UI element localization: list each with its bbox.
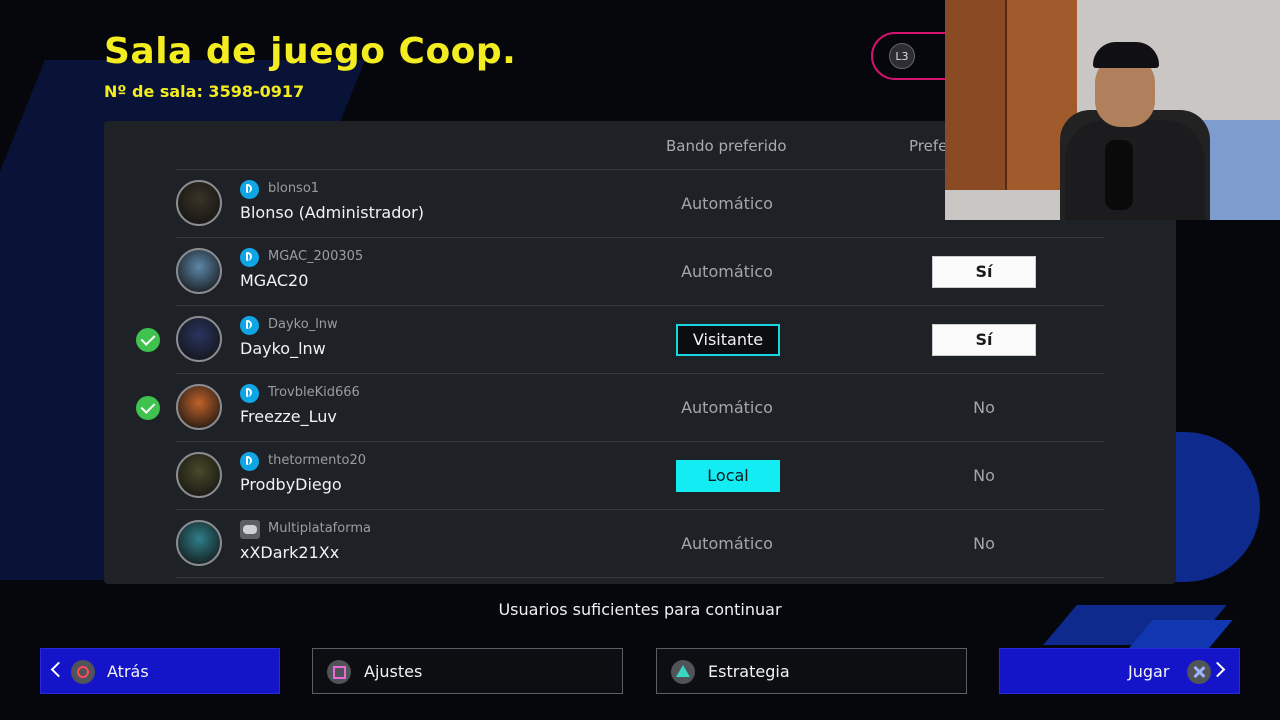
avatar (176, 520, 222, 566)
player-row[interactable]: TrovbleKid666 Freezze_Luv Automático No (104, 374, 1176, 442)
team-preference-button[interactable]: Visitante (676, 324, 780, 356)
playstation-icon (240, 316, 259, 335)
playstation-icon (240, 248, 259, 267)
webcam-person-body (1065, 120, 1205, 220)
status-message: Usuarios suficientes para continuar (498, 600, 782, 619)
preference-button[interactable]: Sí (932, 256, 1036, 288)
avatar (176, 316, 222, 362)
player-row[interactable]: Dayko_lnw Dayko_lnw Visitante Sí (104, 306, 1176, 374)
cross-button-icon (1187, 660, 1211, 684)
player-name: Freezze_Luv (240, 407, 337, 426)
room-number: Nº de sala: 3598-0917 (104, 82, 305, 101)
checkmark-icon (136, 328, 160, 352)
playstation-icon (240, 384, 259, 403)
team-preference: Automático (681, 194, 773, 213)
online-id: TrovbleKid666 (268, 385, 360, 400)
square-button-icon (327, 660, 351, 684)
playstation-icon (240, 452, 259, 471)
team-preference-button[interactable]: Local (676, 460, 780, 492)
webcam-person-cap (1093, 42, 1159, 68)
player-name: Blonso (Administrador) (240, 203, 424, 222)
column-header-preference: Prefe (909, 137, 948, 155)
avatar (176, 248, 222, 294)
player-row[interactable]: Multiplataforma xXDark21Xx Automático No (104, 510, 1176, 578)
preference-value: No (973, 534, 995, 553)
webcam-microphone (1105, 140, 1133, 210)
preference-value: No (973, 466, 995, 485)
player-row[interactable]: thetormento20 ProdbyDiego Local No (104, 442, 1176, 510)
online-id: MGAC_200305 (268, 249, 364, 264)
page-title: Sala de juego Coop. (104, 31, 517, 72)
player-name: xXDark21Xx (240, 543, 340, 562)
settings-button[interactable]: Ajustes (312, 648, 623, 694)
strategy-button-label: Estrategia (708, 662, 790, 681)
column-header-bando: Bando preferido (666, 137, 787, 155)
team-preference: Automático (681, 262, 773, 281)
preference-button[interactable]: Sí (932, 324, 1036, 356)
settings-button-label: Ajustes (364, 662, 423, 681)
team-preference: Automático (681, 534, 773, 553)
playstation-icon (240, 180, 259, 199)
triangle-button-icon (671, 660, 695, 684)
strategy-button[interactable]: Estrategia (656, 648, 967, 694)
player-name: ProdbyDiego (240, 475, 342, 494)
online-id: Multiplataforma (268, 521, 371, 536)
circle-button-icon (71, 660, 95, 684)
avatar (176, 452, 222, 498)
webcam-overlay (945, 0, 1280, 220)
preference-value: No (973, 398, 995, 417)
online-id: blonso1 (268, 181, 320, 196)
player-name: MGAC20 (240, 271, 309, 290)
chevron-right-icon (1209, 661, 1226, 678)
gamepad-icon (240, 520, 260, 539)
chevron-left-icon (50, 661, 67, 678)
l3-button-icon: L3 (889, 43, 915, 69)
back-button[interactable]: Atrás (40, 648, 280, 694)
play-button[interactable]: Jugar (999, 648, 1240, 694)
row-divider (176, 577, 1104, 578)
back-button-label: Atrás (107, 662, 149, 681)
team-preference: Automático (681, 398, 773, 417)
online-id: Dayko_lnw (268, 317, 338, 332)
avatar (176, 180, 222, 226)
checkmark-icon (136, 396, 160, 420)
avatar (176, 384, 222, 430)
player-row[interactable]: MGAC_200305 MGAC20 Automático Sí (104, 238, 1176, 306)
player-name: Dayko_lnw (240, 339, 326, 358)
online-id: thetormento20 (268, 453, 366, 468)
play-button-label: Jugar (1128, 662, 1170, 681)
